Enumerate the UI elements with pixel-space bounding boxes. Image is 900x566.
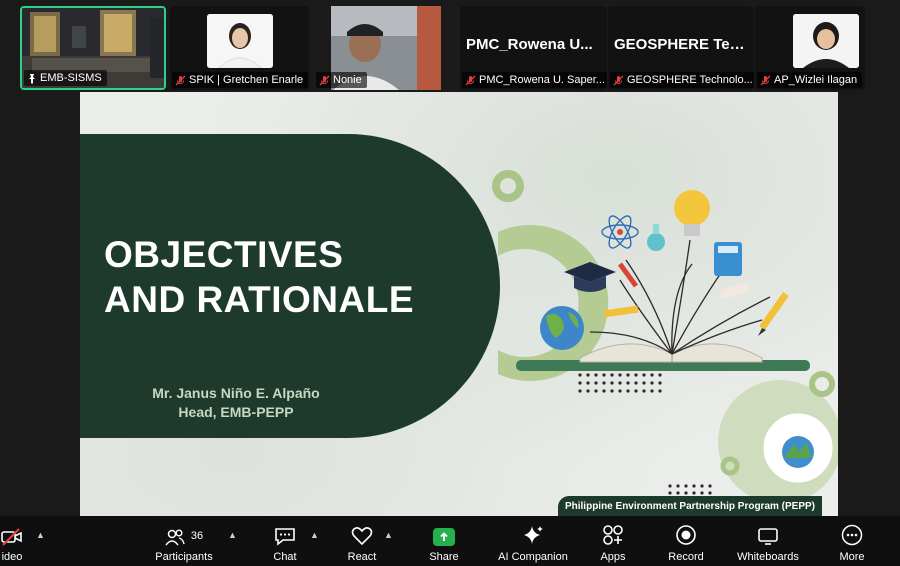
mic-muted-icon bbox=[613, 75, 624, 85]
apps-button[interactable]: Apps bbox=[596, 516, 630, 566]
participant-tile-gretchen[interactable]: SPIK | Gretchen Enarle bbox=[170, 6, 309, 90]
video-off-icon bbox=[1, 528, 22, 546]
slide-title: OBJECTIVES AND RATIONALE bbox=[104, 234, 415, 320]
host-pin-icon bbox=[29, 73, 35, 84]
mic-muted-icon bbox=[319, 75, 330, 85]
more-icon bbox=[841, 524, 863, 546]
avatar bbox=[793, 14, 859, 68]
record-icon bbox=[676, 525, 696, 545]
participant-display-name: PMC_Rowena U... bbox=[466, 36, 593, 53]
meeting-window: EMB-SISMS SPIK | Gretchen Enarle Nonie P… bbox=[0, 0, 900, 566]
participant-name-label: PMC_Rowena U. Saper... bbox=[462, 72, 607, 88]
chat-button[interactable]: Chat bbox=[266, 516, 304, 566]
record-button[interactable]: Record bbox=[664, 516, 708, 566]
presenter-role: Head, EMB-PEPP bbox=[178, 404, 294, 420]
slide-footer: Philippine Environment Partnership Progr… bbox=[558, 496, 822, 516]
mic-muted-icon bbox=[760, 75, 771, 85]
participant-tile-geosphere[interactable]: GEOSPHERE Tec... GEOSPHERE Technolo... bbox=[608, 6, 754, 90]
react-button[interactable]: React bbox=[342, 516, 382, 566]
mic-muted-icon bbox=[175, 75, 186, 85]
participant-name-label: AP_Wizlei Ilagan bbox=[757, 72, 863, 88]
participant-display-name: GEOSPHERE Tec... bbox=[614, 36, 750, 53]
participants-icon bbox=[165, 529, 185, 546]
react-options-caret[interactable]: ▲ bbox=[384, 530, 393, 540]
chat-icon bbox=[275, 528, 295, 546]
meeting-toolbar: ideo ▲ 36 Participants ▲ Chat ▲ React ▲ … bbox=[0, 516, 900, 566]
heart-icon bbox=[351, 527, 373, 546]
person-photo bbox=[207, 14, 273, 68]
participant-tile-emb-sisms[interactable]: EMB-SISMS bbox=[20, 6, 166, 90]
share-screen-icon bbox=[433, 528, 455, 546]
ai-companion-button[interactable]: AI Companion bbox=[494, 516, 572, 566]
presenter-name: Mr. Janus Niño E. Alpaño bbox=[152, 385, 320, 401]
presenter-info: Mr. Janus Niño E. Alpaño Head, EMB-PEPP bbox=[126, 384, 346, 422]
participant-name-label: Nonie bbox=[316, 72, 367, 88]
participants-count: 36 bbox=[190, 530, 204, 542]
whiteboard-icon bbox=[758, 528, 778, 545]
participant-tile-wizlei[interactable]: AP_Wizlei Ilagan bbox=[755, 6, 865, 90]
video-options-caret[interactable]: ▲ bbox=[36, 530, 45, 540]
mic-muted-icon bbox=[465, 75, 476, 85]
person-photo bbox=[793, 14, 859, 68]
participant-name-label: SPIK | Gretchen Enarle bbox=[172, 72, 309, 88]
whiteboards-button[interactable]: Whiteboards bbox=[732, 516, 804, 566]
apps-icon bbox=[603, 525, 623, 545]
chat-options-caret[interactable]: ▲ bbox=[310, 530, 319, 540]
avatar bbox=[207, 14, 273, 68]
participants-options-caret[interactable]: ▲ bbox=[228, 530, 237, 540]
video-button[interactable]: ideo bbox=[0, 516, 30, 566]
participant-gallery: EMB-SISMS SPIK | Gretchen Enarle Nonie P… bbox=[0, 6, 900, 90]
participant-name-label: GEOSPHERE Technolo... bbox=[610, 72, 754, 88]
participants-button[interactable]: 36 Participants bbox=[150, 516, 218, 566]
participant-name-label: EMB-SISMS bbox=[24, 70, 107, 86]
more-button[interactable]: More bbox=[834, 516, 870, 566]
share-button[interactable]: Share bbox=[424, 516, 464, 566]
shared-screen-slide: OBJECTIVES AND RATIONALE Mr. Janus Niño … bbox=[80, 92, 838, 516]
sparkle-icon bbox=[524, 526, 543, 544]
participant-tile-rowena[interactable]: PMC_Rowena U... PMC_Rowena U. Saper... bbox=[460, 6, 607, 90]
participant-tile-nonie[interactable]: Nonie bbox=[313, 6, 459, 90]
